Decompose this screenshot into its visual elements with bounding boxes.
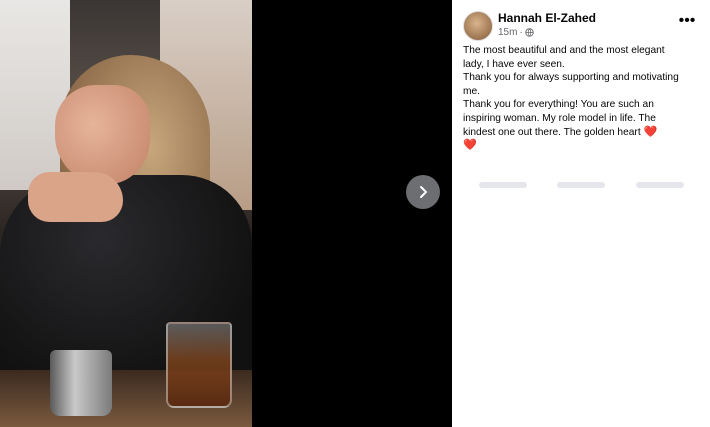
loading-placeholder bbox=[479, 182, 527, 188]
post-text: The most beautiful and and the most eleg… bbox=[463, 44, 683, 153]
post-text-line: Thank you for always supporting and moti… bbox=[463, 72, 679, 97]
photo-metal-cup bbox=[50, 350, 112, 416]
photo-tea-glass bbox=[166, 322, 232, 408]
more-options-icon: ••• bbox=[678, 12, 696, 29]
post-text-line: ❤️ bbox=[463, 139, 683, 153]
author-name[interactable]: Hannah El-Zahed bbox=[498, 11, 596, 25]
post-timestamp[interactable]: 15m bbox=[498, 27, 517, 38]
loading-placeholder bbox=[636, 182, 684, 188]
heart-emoji: ❤️ bbox=[463, 139, 477, 152]
photo-face bbox=[55, 85, 150, 185]
photo-viewer bbox=[0, 0, 452, 427]
chevron-right-icon bbox=[420, 186, 427, 198]
more-options-button[interactable]: ••• bbox=[678, 13, 696, 30]
heart-emoji: ❤️ bbox=[643, 125, 658, 138]
post-sidebar: Hannah El-Zahed 15m · ••• The most beaut… bbox=[452, 0, 710, 427]
loading-placeholder bbox=[557, 182, 605, 188]
next-photo-button[interactable] bbox=[406, 175, 440, 209]
avatar[interactable] bbox=[463, 11, 493, 41]
post-photo bbox=[0, 0, 252, 427]
post-text-line: Thank you for everything! You are such a… bbox=[463, 99, 658, 138]
post-text-line: The most beautiful and and the most eleg… bbox=[463, 45, 665, 70]
photo-hand bbox=[28, 172, 123, 222]
post-meta: 15m · bbox=[498, 27, 534, 38]
globe-icon[interactable] bbox=[525, 28, 534, 37]
meta-separator: · bbox=[519, 27, 523, 38]
